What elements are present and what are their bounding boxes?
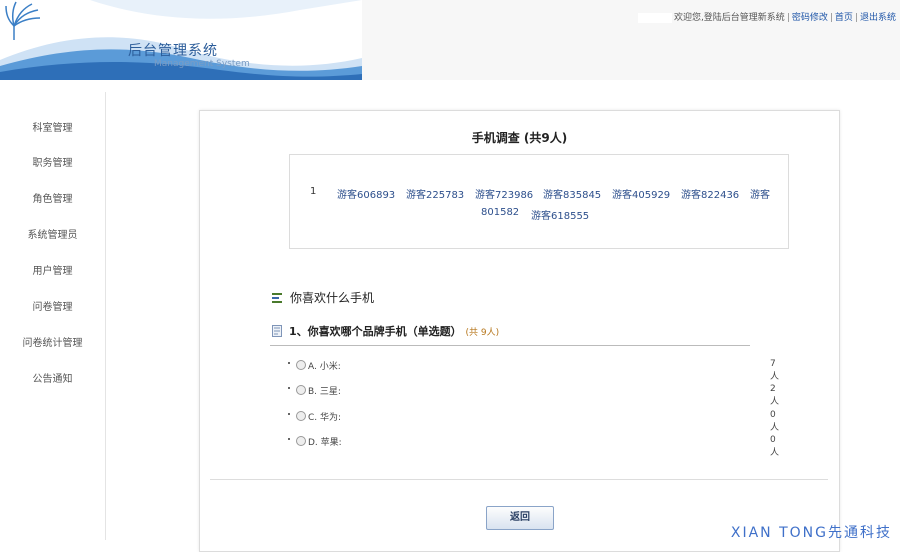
question-divider — [270, 345, 750, 346]
respondent-link[interactable]: 801582 — [481, 207, 519, 218]
respondent-link[interactable]: 游客225783 — [406, 186, 464, 201]
username-redacted — [637, 12, 672, 23]
sidebar-item-department[interactable]: 科室管理 — [0, 119, 105, 134]
radio-button[interactable] — [296, 385, 306, 395]
page-title: 手机调查 (共9人) — [471, 131, 568, 145]
respondent-link[interactable]: 游客405929 — [612, 186, 670, 201]
sidebar-item-user[interactable]: 用户管理 — [0, 262, 105, 277]
option-count: 7人 — [770, 359, 780, 382]
app-subtitle: Management System — [154, 59, 250, 69]
option-count: 0人 — [770, 435, 780, 458]
option-label: B. 三星: — [308, 387, 341, 397]
list-icon — [272, 293, 282, 303]
sidebar-item-role[interactable]: 角色管理 — [0, 190, 105, 205]
document-icon — [272, 325, 282, 337]
section-title: 你喜欢什么手机 — [290, 291, 375, 305]
survey-panel: 手机调查 (共9人) 1 游客606893 游客225783 游客723986 … — [199, 110, 840, 552]
watermark: XIAN TONG先通科技 — [730, 525, 892, 541]
sidebar-item-survey-stats[interactable]: 问卷统计管理 — [0, 334, 105, 349]
bullet-icon — [288, 438, 290, 440]
top-links: 欢迎您,登陆后台管理新系统 | 密码修改 | 首页 | 退出系统 — [637, 10, 896, 23]
radio-button[interactable] — [296, 411, 306, 421]
respondent-link[interactable]: 游客835845 — [543, 186, 601, 201]
back-button[interactable]: 返回 — [486, 506, 554, 530]
change-password-link[interactable]: 密码修改 — [792, 13, 828, 23]
respondent-link[interactable]: 游客618555 — [531, 207, 589, 222]
sidebar-item-notice[interactable]: 公告通知 — [0, 370, 105, 385]
panel-divider — [210, 479, 828, 480]
sidebar-item-survey[interactable]: 问卷管理 — [0, 298, 105, 313]
option-count: 2人 — [770, 384, 780, 407]
respondent-link[interactable]: 游客606893 — [337, 186, 395, 201]
option-label: A. 小米: — [308, 362, 341, 372]
option-count: 0人 — [770, 410, 780, 433]
option-label: D. 苹果: — [308, 438, 342, 448]
welcome-text: 欢迎您,登陆后台管理新系统 — [673, 13, 785, 23]
question-total: (共 9人) — [465, 328, 500, 338]
respondent-link[interactable]: 游客 — [750, 186, 770, 201]
bullet-icon — [288, 387, 290, 389]
option-label: C. 华为: — [308, 413, 342, 423]
bullet-icon — [288, 362, 290, 364]
question-title: 1、你喜欢哪个品牌手机（单选题） (共 9人) — [289, 323, 499, 339]
question-text: 1、你喜欢哪个品牌手机（单选题） — [289, 325, 462, 338]
app-title: 后台管理系统 — [128, 43, 218, 59]
radio-button[interactable] — [296, 360, 306, 370]
logout-link[interactable]: 退出系统 — [860, 13, 896, 23]
home-link[interactable]: 首页 — [835, 13, 853, 23]
bullet-icon — [288, 413, 290, 415]
respondent-list: 1 游客606893 游客225783 游客723986 游客835845 游客… — [289, 154, 789, 249]
radio-button[interactable] — [296, 436, 306, 446]
sidebar-item-admin[interactable]: 系统管理员 — [0, 226, 105, 241]
header-bar: 后台管理系统 Management System 欢迎您,登陆后台管理新系统 | 密… — [0, 0, 900, 80]
respondent-link[interactable]: 游客822436 — [681, 186, 739, 201]
sidebar: 科室管理 职务管理 角色管理 系统管理员 用户管理 问卷管理 问卷统计管理 公告… — [0, 92, 106, 540]
respondent-link[interactable]: 游客723986 — [475, 186, 533, 201]
respondent-row-index: 1 — [310, 186, 317, 197]
sidebar-item-position[interactable]: 职务管理 — [0, 154, 105, 169]
